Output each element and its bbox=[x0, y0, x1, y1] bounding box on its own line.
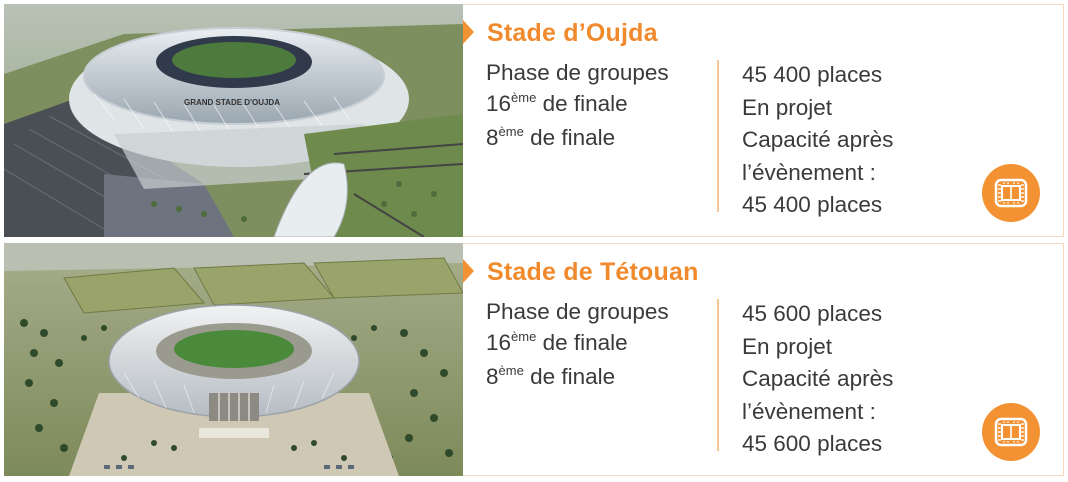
stadium-card-oujda: GRAND STADE D'OUJDA Stade d’Oujda Phase … bbox=[4, 4, 1064, 237]
status-line: En projet bbox=[742, 94, 833, 120]
phase-item: Phase de groupes bbox=[486, 60, 669, 85]
stadium-title: Stade de Tétouan bbox=[487, 258, 699, 286]
stadium-icon bbox=[982, 164, 1040, 222]
capacity-after-label: l’évènement : bbox=[742, 159, 876, 185]
capacity-info: 45 400 places En projet Capacité après l… bbox=[742, 59, 893, 222]
arrow-marker bbox=[463, 20, 474, 44]
divider bbox=[717, 299, 719, 451]
capacity-after-value: 45 400 places bbox=[742, 192, 883, 217]
photo-label-oujda: GRAND STADE D'OUJDA bbox=[184, 98, 280, 107]
stadium-title: Stade d’Oujda bbox=[487, 19, 658, 47]
capacity-after-label: l’évènement : bbox=[742, 398, 876, 424]
stadium-info-panel: Stade d’Oujda Phase de groupes 16ème de … bbox=[463, 4, 1064, 237]
capacity-after-value: 45 600 places bbox=[742, 431, 883, 456]
capacity-after-label: Capacité après bbox=[742, 127, 894, 152]
phase-item: 8ème de finale bbox=[486, 363, 616, 389]
phase-item: 16ème de finale bbox=[486, 329, 628, 355]
divider bbox=[717, 60, 719, 212]
phases-list: Phase de groupes 16ème de finale 8ème de… bbox=[486, 57, 669, 156]
stadium-card-tetouan: Stade de Tétouan Phase de groupes 16ème … bbox=[4, 243, 1064, 476]
phase-item: Phase de groupes bbox=[486, 299, 669, 324]
phases-list: Phase de groupes 16ème de finale 8ème de… bbox=[486, 296, 669, 395]
phase-item: 8ème de finale bbox=[486, 124, 616, 150]
capacity-line: 45 600 places bbox=[742, 301, 883, 326]
capacity-after-label: Capacité après bbox=[742, 366, 894, 391]
capacity-info: 45 600 places En projet Capacité après l… bbox=[742, 298, 893, 461]
stadium-photo-tetouan bbox=[4, 243, 463, 476]
arrow-marker bbox=[463, 259, 474, 283]
phase-item: 16ème de finale bbox=[486, 90, 628, 116]
capacity-line: 45 400 places bbox=[742, 62, 883, 87]
status-line: En projet bbox=[742, 333, 833, 359]
stadium-info-panel: Stade de Tétouan Phase de groupes 16ème … bbox=[463, 243, 1064, 476]
stadium-icon bbox=[982, 403, 1040, 461]
stadium-photo-oujda: GRAND STADE D'OUJDA bbox=[4, 4, 463, 237]
